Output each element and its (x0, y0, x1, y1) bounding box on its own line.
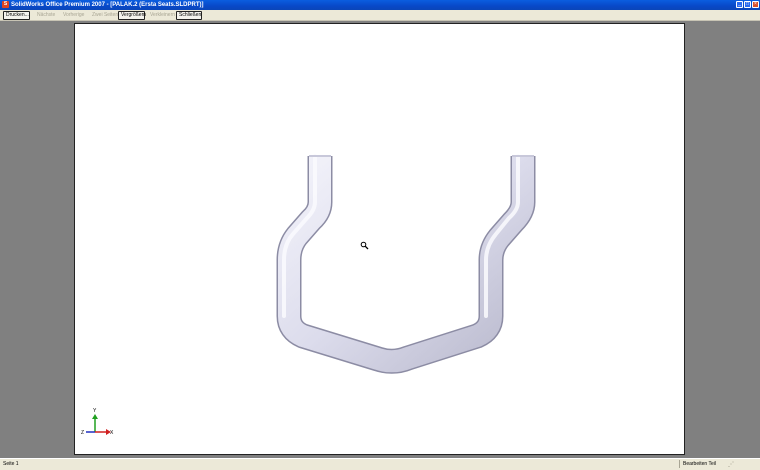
bent-tube-part (276, 154, 536, 374)
window-title: SolidWorks Office Premium 2007 - [PALAK.… (11, 2, 204, 8)
preview-area[interactable]: Y X Z (0, 21, 760, 458)
y-axis-label: Y (93, 408, 97, 414)
solidworks-app-icon[interactable]: S (2, 1, 9, 8)
print-preview-toolbar: Drucken... Nächste Vorherige Zwei Seiten… (0, 10, 760, 21)
coordinate-triad-icon: Y X Z (81, 408, 114, 436)
print-button[interactable]: Drucken... (3, 11, 30, 20)
title-bar[interactable]: S SolidWorks Office Premium 2007 - [PALA… (0, 0, 760, 10)
two-pages-button[interactable]: Zwei Seiten (89, 11, 118, 20)
page-indicator: Seite 1 (3, 461, 19, 467)
magnifier-icon (360, 241, 369, 250)
tube-end-left (309, 155, 331, 157)
zoom-out-button[interactable]: Verkleinern (147, 11, 175, 20)
status-divider (679, 460, 680, 468)
maximize-button[interactable]: □ (744, 1, 751, 8)
edit-mode-indicator: Bearbeiten Teil (683, 461, 716, 467)
close-preview-button[interactable]: Schließen (176, 11, 202, 20)
tube-end-right (512, 155, 534, 157)
previous-page-button[interactable]: Vorherige (60, 11, 86, 20)
z-axis-label: Z (81, 430, 84, 436)
next-page-button[interactable]: Nächste (34, 11, 56, 20)
zoom-in-button[interactable]: Vergrößern (118, 11, 146, 20)
minimize-button[interactable]: _ (736, 1, 743, 8)
x-axis-label: X (110, 430, 114, 436)
status-bar: Seite 1 Bearbeiten Teil ⋰ (0, 458, 760, 469)
preview-page[interactable]: Y X Z (74, 23, 685, 455)
part-drawing: Y X Z (81, 154, 536, 436)
close-window-button[interactable]: × (752, 1, 759, 8)
